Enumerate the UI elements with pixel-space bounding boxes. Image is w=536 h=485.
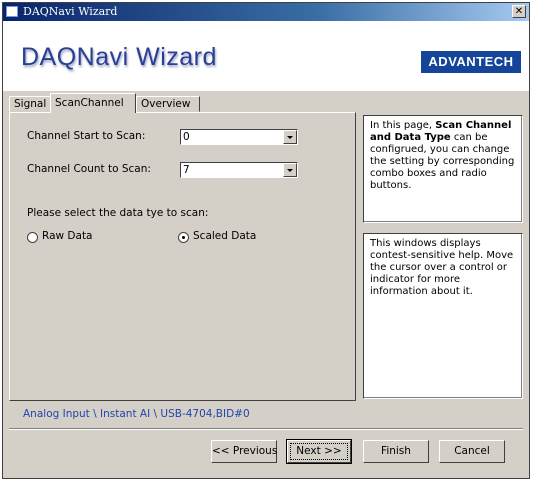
wizard-title: DAQNavi Wizard <box>21 43 217 71</box>
advantech-logo: ADVANTECH <box>421 51 521 73</box>
help-top-prefix: In this page, <box>370 120 436 131</box>
channel-start-combo[interactable]: 0 <box>180 129 298 145</box>
help-bottom-text: This windows displays contest-sensitive … <box>370 238 514 297</box>
wizard-header: DAQNavi Wizard ADVANTECH <box>3 21 529 91</box>
finish-button[interactable]: Finish <box>363 440 429 463</box>
raw-data-radio[interactable] <box>27 232 38 243</box>
next-button-label: Next >> <box>290 443 348 460</box>
device-path: Analog Input \ Instant AI \ USB-4704,BID… <box>23 408 250 420</box>
channel-count-combo[interactable]: 7 <box>180 162 298 178</box>
chevron-down-icon[interactable] <box>283 130 297 144</box>
channel-count-value: 7 <box>183 164 190 176</box>
context-help-box: In this page, Scan Channel and Data Type… <box>363 115 523 223</box>
close-icon[interactable]: ✕ <box>512 5 526 18</box>
next-button[interactable]: Next >> <box>286 439 352 464</box>
wizard-window: DAQNavi Wizard ✕ DAQNavi Wizard ADVANTEC… <box>2 2 530 479</box>
app-icon <box>6 6 18 17</box>
channel-count-label: Channel Count to Scan: <box>27 163 151 175</box>
channel-start-label: Channel Start to Scan: <box>27 130 146 142</box>
raw-data-label[interactable]: Raw Data <box>42 230 93 242</box>
previous-button[interactable]: << Previous <box>211 440 277 463</box>
scaled-data-radio[interactable] <box>178 232 189 243</box>
scaled-data-label[interactable]: Scaled Data <box>193 230 256 242</box>
data-type-prompt: Please select the data tye to scan: <box>27 207 209 219</box>
cancel-button[interactable]: Cancel <box>439 440 505 463</box>
chevron-down-icon[interactable] <box>283 163 297 177</box>
footer-divider <box>9 428 523 430</box>
tab-panel <box>9 112 356 401</box>
tab-overview[interactable]: Overview <box>136 96 200 112</box>
tab-signal[interactable]: Signal <box>9 96 51 112</box>
window-title: DAQNavi Wizard <box>23 5 118 18</box>
channel-start-value: 0 <box>183 131 190 143</box>
title-bar[interactable]: DAQNavi Wizard ✕ <box>3 3 529 21</box>
general-help-box: This windows displays contest-sensitive … <box>363 233 523 399</box>
tab-scanchannel[interactable]: ScanChannel <box>50 93 136 113</box>
